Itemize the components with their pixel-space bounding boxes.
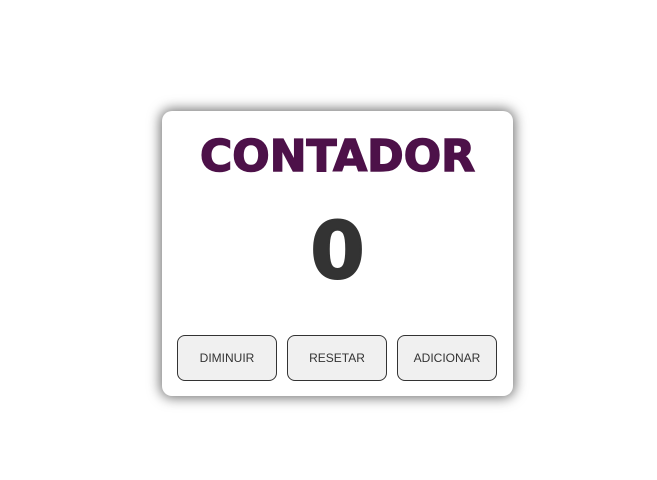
page-title: CONTADOR — [199, 131, 475, 182]
decrease-button[interactable]: DIMINUIR — [177, 335, 277, 381]
button-row: DIMINUIR RESETAR ADICIONAR — [177, 335, 497, 381]
counter-value: 0 — [309, 206, 365, 298]
reset-button[interactable]: RESETAR — [287, 335, 387, 381]
page: CONTADOR 0 DIMINUIR RESETAR ADICIONAR — [0, 0, 657, 480]
increase-button[interactable]: ADICIONAR — [397, 335, 497, 381]
counter-card: CONTADOR 0 DIMINUIR RESETAR ADICIONAR — [162, 111, 513, 396]
